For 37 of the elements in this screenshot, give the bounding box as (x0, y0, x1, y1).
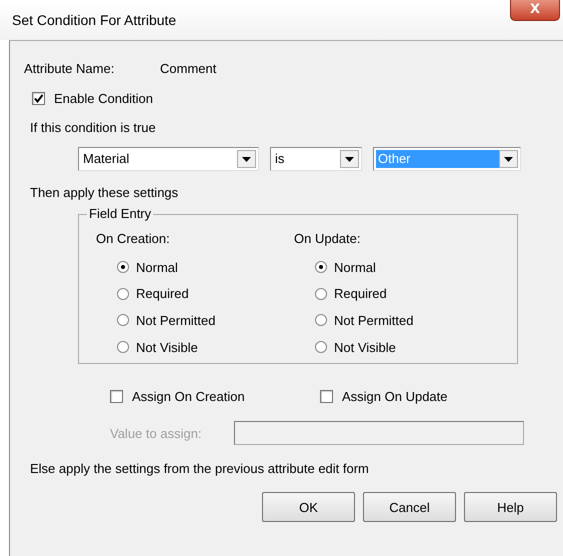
dropdown[interactable]: is (270, 147, 362, 171)
radio-button[interactable] (315, 314, 327, 326)
dropdown[interactable]: Material (78, 147, 259, 171)
radio-button[interactable] (117, 288, 129, 300)
radio-label: Not Permitted (136, 312, 216, 328)
window-title: Set Condition For Attribute (12, 12, 176, 28)
checkbox[interactable] (32, 92, 45, 105)
radio-label: Not Visible (334, 340, 396, 355)
group-title: Field Entry (87, 206, 154, 221)
radio-label: Required (334, 286, 387, 302)
attribute-name-label: Attribute Name: (24, 61, 116, 76)
value-label: Value to assign: (110, 426, 203, 440)
radio-button[interactable] (315, 341, 327, 354)
radio-label: Not Permitted (334, 312, 414, 328)
settings-label: Then apply these settings (30, 185, 180, 200)
dialog-button[interactable]: OK (262, 492, 355, 522)
radio-button[interactable] (315, 288, 327, 300)
radio-button[interactable] (315, 261, 327, 274)
checkbox[interactable] (320, 390, 333, 403)
radio-button[interactable] (117, 261, 129, 274)
checkbox[interactable] (110, 390, 123, 403)
dialog-button[interactable]: Help (464, 492, 557, 522)
else-label: Else apply the settings from the previous attribute edit form (30, 461, 370, 476)
checkbox-label: Enable Condition (54, 91, 154, 106)
radio-button[interactable] (117, 314, 129, 326)
radio-label: Required (136, 286, 189, 302)
radio-label: Normal (334, 260, 376, 275)
attribute-name-value: Comment (160, 61, 216, 76)
checkbox-label: Assign On Creation (132, 389, 245, 404)
radio-button[interactable] (117, 341, 129, 354)
radio-label: Not Visible (136, 340, 198, 355)
column-heading: On Creation: (96, 231, 171, 246)
dialog-button[interactable]: Cancel (363, 492, 456, 522)
radio-label: Normal (136, 260, 178, 275)
column-heading: On Update: (294, 231, 362, 246)
condition-label: If this condition is true (30, 120, 157, 135)
checkbox-label: Assign On Update (342, 389, 448, 404)
